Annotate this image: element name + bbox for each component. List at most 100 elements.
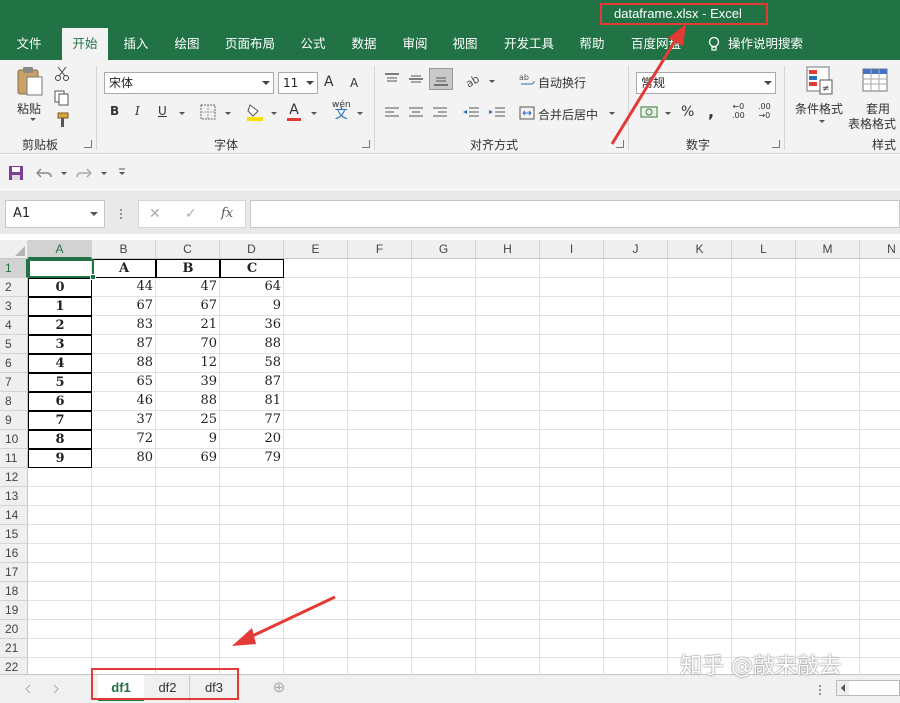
- row-header-21[interactable]: 21: [0, 639, 28, 658]
- worksheet-grid[interactable]: A B C D E F G H I J K L M N 1 A B C 2 0 44 47 64 3 1 67 67 9 4 2 83 21 3…: [0, 240, 900, 674]
- orientation-icon[interactable]: ab: [464, 72, 482, 88]
- cell-M18[interactable]: [796, 582, 860, 601]
- cell-E4[interactable]: [284, 316, 348, 335]
- cell-M20[interactable]: [796, 620, 860, 639]
- cell-A22[interactable]: [28, 658, 92, 674]
- cell-J5[interactable]: [604, 335, 668, 354]
- cell-H5[interactable]: [476, 335, 540, 354]
- cell-I10[interactable]: [540, 430, 604, 449]
- borders-dropdown-icon[interactable]: [225, 112, 231, 115]
- cell-H6[interactable]: [476, 354, 540, 373]
- align-bottom-button[interactable]: [429, 68, 453, 90]
- cell-C10[interactable]: 9: [156, 430, 220, 449]
- cell-A14[interactable]: [28, 506, 92, 525]
- font-name-select[interactable]: 宋体: [104, 72, 274, 94]
- tab-formulas[interactable]: 公式: [292, 28, 334, 60]
- cell-I16[interactable]: [540, 544, 604, 563]
- cell-D8[interactable]: 81: [220, 392, 284, 411]
- table-format-line2[interactable]: 表格格式: [848, 115, 896, 132]
- cell-K12[interactable]: [668, 468, 732, 487]
- number-format-select[interactable]: 常规: [636, 72, 776, 94]
- column-header-G[interactable]: G: [412, 240, 476, 259]
- cell-C5[interactable]: 70: [156, 335, 220, 354]
- cell-K14[interactable]: [668, 506, 732, 525]
- name-box[interactable]: A1: [5, 200, 105, 228]
- cell-N20[interactable]: [860, 620, 900, 639]
- cell-C17[interactable]: [156, 563, 220, 582]
- cell-N12[interactable]: [860, 468, 900, 487]
- cell-M13[interactable]: [796, 487, 860, 506]
- phonetic-dropdown-icon[interactable]: [357, 112, 363, 115]
- cell-A15[interactable]: [28, 525, 92, 544]
- cell-D11[interactable]: 79: [220, 449, 284, 468]
- cell-G3[interactable]: [412, 297, 476, 316]
- row-header-15[interactable]: 15: [0, 525, 28, 544]
- cell-H7[interactable]: [476, 373, 540, 392]
- cell-D16[interactable]: [220, 544, 284, 563]
- align-right-icon[interactable]: [432, 106, 448, 120]
- column-header-I[interactable]: I: [540, 240, 604, 259]
- cell-G17[interactable]: [412, 563, 476, 582]
- cell-E12[interactable]: [284, 468, 348, 487]
- tab-data[interactable]: 数据: [343, 28, 385, 60]
- cell-N15[interactable]: [860, 525, 900, 544]
- cell-M8[interactable]: [796, 392, 860, 411]
- cell-J11[interactable]: [604, 449, 668, 468]
- scroll-left-icon[interactable]: [24, 684, 32, 694]
- cell-C12[interactable]: [156, 468, 220, 487]
- cell-A8[interactable]: 6: [28, 392, 92, 411]
- cell-L20[interactable]: [732, 620, 796, 639]
- redo-icon[interactable]: [76, 165, 92, 181]
- cut-icon[interactable]: [54, 66, 70, 82]
- cell-G6[interactable]: [412, 354, 476, 373]
- select-all-corner[interactable]: [0, 240, 28, 259]
- cell-K1[interactable]: [668, 259, 732, 278]
- cell-N16[interactable]: [860, 544, 900, 563]
- cell-I4[interactable]: [540, 316, 604, 335]
- cell-E6[interactable]: [284, 354, 348, 373]
- save-icon[interactable]: [8, 165, 24, 181]
- cell-F15[interactable]: [348, 525, 412, 544]
- conditional-format-icon[interactable]: ≠: [806, 66, 834, 96]
- cell-A4[interactable]: 2: [28, 316, 92, 335]
- cell-B9[interactable]: 37: [92, 411, 156, 430]
- cell-D9[interactable]: 77: [220, 411, 284, 430]
- cell-C2[interactable]: 47: [156, 278, 220, 297]
- insert-function-icon[interactable]: fx: [221, 206, 233, 221]
- cell-I11[interactable]: [540, 449, 604, 468]
- cell-E14[interactable]: [284, 506, 348, 525]
- cell-G8[interactable]: [412, 392, 476, 411]
- cell-L5[interactable]: [732, 335, 796, 354]
- cell-L10[interactable]: [732, 430, 796, 449]
- cell-J15[interactable]: [604, 525, 668, 544]
- cell-B1[interactable]: A: [92, 259, 156, 278]
- cell-M9[interactable]: [796, 411, 860, 430]
- row-header-17[interactable]: 17: [0, 563, 28, 582]
- italic-button[interactable]: I: [135, 104, 140, 118]
- cell-G7[interactable]: [412, 373, 476, 392]
- cell-J2[interactable]: [604, 278, 668, 297]
- cell-C7[interactable]: 39: [156, 373, 220, 392]
- cell-F16[interactable]: [348, 544, 412, 563]
- cell-L3[interactable]: [732, 297, 796, 316]
- cell-J21[interactable]: [604, 639, 668, 658]
- cell-N17[interactable]: [860, 563, 900, 582]
- cell-F4[interactable]: [348, 316, 412, 335]
- undo-icon[interactable]: [36, 165, 52, 181]
- decrease-indent-icon[interactable]: [462, 106, 480, 120]
- increase-indent-icon[interactable]: [488, 106, 506, 120]
- row-header-19[interactable]: 19: [0, 601, 28, 620]
- cell-G10[interactable]: [412, 430, 476, 449]
- cell-A11[interactable]: 9: [28, 449, 92, 468]
- cell-K2[interactable]: [668, 278, 732, 297]
- cell-C19[interactable]: [156, 601, 220, 620]
- cell-F17[interactable]: [348, 563, 412, 582]
- cell-F21[interactable]: [348, 639, 412, 658]
- cell-D14[interactable]: [220, 506, 284, 525]
- number-launcher-icon[interactable]: [772, 140, 780, 148]
- cell-F8[interactable]: [348, 392, 412, 411]
- cell-E5[interactable]: [284, 335, 348, 354]
- cell-F11[interactable]: [348, 449, 412, 468]
- cell-A21[interactable]: [28, 639, 92, 658]
- cell-M4[interactable]: [796, 316, 860, 335]
